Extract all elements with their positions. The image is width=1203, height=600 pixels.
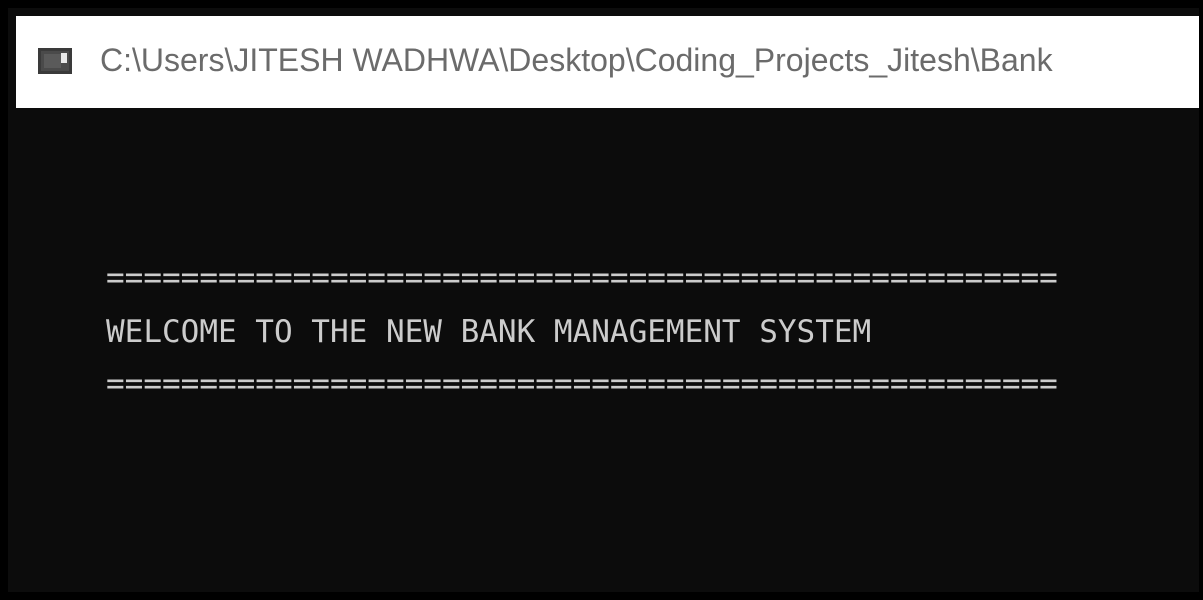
console-app-icon-accent bbox=[61, 53, 67, 63]
separator-line-bottom: ========================================… bbox=[106, 366, 1058, 402]
welcome-banner: WELCOME TO THE NEW BANK MANAGEMENT SYSTE… bbox=[106, 314, 872, 350]
console-app-icon-screen bbox=[44, 54, 61, 68]
separator-line-top: ========================================… bbox=[106, 260, 1058, 296]
title-bar[interactable]: C:\Users\JITESH WADHWA\Desktop\Coding_Pr… bbox=[16, 16, 1199, 108]
console-output[interactable]: ========================================… bbox=[16, 108, 1199, 592]
window-title: C:\Users\JITESH WADHWA\Desktop\Coding_Pr… bbox=[100, 42, 1053, 78]
console-window: C:\Users\JITESH WADHWA\Desktop\Coding_Pr… bbox=[0, 0, 1203, 600]
console-app-icon[interactable] bbox=[38, 48, 72, 74]
